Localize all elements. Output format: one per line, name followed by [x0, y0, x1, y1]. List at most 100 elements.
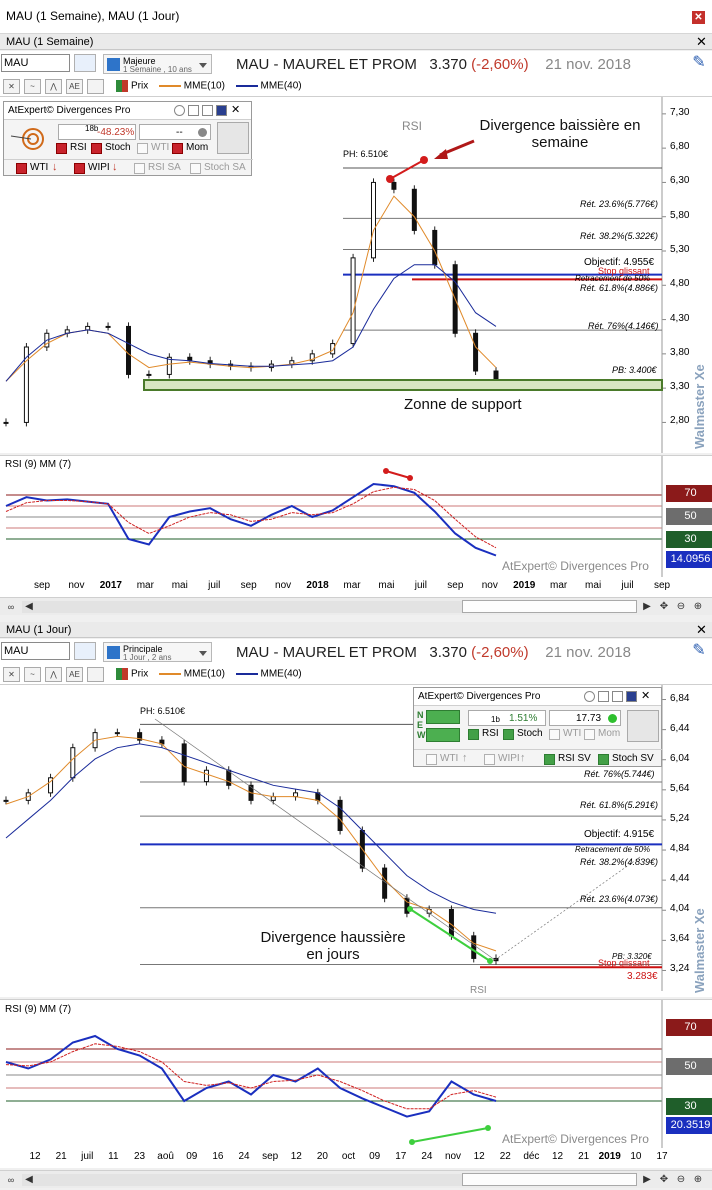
blank-icon[interactable] [87, 667, 104, 682]
tools-icon[interactable]: ✕ [3, 667, 20, 682]
daily-book-icon[interactable] [74, 642, 96, 660]
ae-icon[interactable]: AE [66, 667, 83, 682]
scroll-right-icon[interactable]: ▶ [640, 600, 654, 614]
wti2-checkbox[interactable] [16, 163, 27, 174]
zoom-in-icon[interactable]: ⊕ [691, 600, 705, 614]
scroll-left-icon[interactable]: ◀ [22, 600, 36, 614]
rsi-checkbox[interactable] [468, 729, 479, 740]
y-tick-label: 5,24 [670, 812, 690, 824]
link-icon[interactable]: ∞ [4, 600, 18, 614]
pattern-icon[interactable]: ⋀ [45, 79, 62, 94]
frame-icon[interactable] [598, 691, 609, 702]
list-icon[interactable] [202, 105, 213, 116]
x-tick-label: 11 [108, 1151, 119, 1162]
x-tick-label: 17 [656, 1151, 668, 1162]
mom-checkbox[interactable] [584, 729, 595, 740]
weekly-panel-close-icon[interactable]: ✕ [696, 35, 707, 48]
rsisv-checkbox[interactable] [544, 754, 555, 765]
wipi-checkbox[interactable] [74, 163, 85, 174]
tools-icon[interactable]: ✕ [3, 79, 20, 94]
daily-atexpert-panel[interactable]: AtExpert© Divergences Pro ✕ N E W 1b 1.5… [413, 687, 663, 767]
circle-icon[interactable] [584, 691, 595, 702]
scroll-thumb[interactable] [462, 1173, 637, 1186]
chevron-down-icon [199, 651, 207, 656]
x-tick-label: 09 [369, 1151, 381, 1162]
candle-body [3, 421, 9, 424]
daily-symbol-input[interactable]: MAU [1, 642, 70, 660]
x-tick-label: 23 [133, 1151, 146, 1162]
ae-icon[interactable]: AE [66, 79, 83, 94]
rsisa-checkbox[interactable] [134, 163, 145, 174]
daily-scrollbar[interactable]: ∞ ◀ ▶ ✥ ⊖ ⊕ [0, 1170, 712, 1188]
atexpert-close-icon[interactable]: ✕ [231, 103, 240, 116]
weekly-book-icon[interactable] [74, 54, 96, 72]
pattern-icon[interactable]: ⋀ [45, 667, 62, 682]
weekly-x-axis: sep nov 2017 mar mai juil sep nov 2018 mar mai juil… [0, 577, 712, 597]
weekly-rsi-chart[interactable]: RSI (9) MM (7) 70 50 30 14.0956 AtExpert… [0, 455, 712, 578]
zoom-out-icon[interactable]: ⊖ [674, 600, 688, 614]
weekly-symbol-input[interactable]: MAU [1, 54, 70, 72]
frame-icon[interactable] [188, 105, 199, 116]
daily-settings-wrench-icon[interactable]: ✎ [690, 642, 708, 660]
wti-checkbox[interactable] [549, 729, 560, 740]
candle-body [126, 325, 131, 375]
wave-icon[interactable]: ~ [24, 79, 41, 94]
atexpert-close-icon[interactable]: ✕ [641, 689, 650, 702]
wipi-checkbox[interactable] [484, 754, 495, 765]
wave-icon[interactable]: ~ [24, 667, 41, 682]
weekly-pb-label: PB: 3.400€ [612, 365, 657, 375]
daily-period-sub: 1 Jour , 2 ans [123, 653, 172, 662]
daily-price-chart[interactable]: AtExpert© Divergences Pro ✕ N E W 1b 1.5… [0, 685, 712, 997]
weekly-watermark: AtExpert© Divergences Pro [502, 559, 649, 573]
x-tick-label: 24 [238, 1151, 250, 1162]
list-icon[interactable] [612, 691, 623, 702]
x-tick-label: sep [653, 580, 671, 591]
zoom-out-icon[interactable]: ⊖ [674, 1173, 688, 1187]
scroll-right-icon[interactable]: ▶ [640, 1173, 654, 1187]
grid-icon[interactable] [626, 691, 637, 702]
scroll-thumb[interactable] [462, 600, 637, 613]
y-tick-label: 4,80 [670, 278, 690, 290]
weekly-period-select[interactable]: Majeure 1 Semaine , 10 ans [103, 54, 212, 74]
wti-check-label: WTI [563, 728, 582, 739]
stochsa-checkbox[interactable] [190, 163, 201, 174]
pencil-icon[interactable] [627, 710, 659, 742]
stoch-checkbox[interactable] [503, 729, 514, 740]
legend-mme10: MME(10) [183, 668, 225, 680]
rsi-checkbox[interactable] [56, 143, 67, 154]
stochsv-checkbox[interactable] [598, 754, 609, 765]
circle-icon[interactable] [174, 105, 185, 116]
y-tick-label: 6,44 [670, 722, 690, 734]
daily-rsi-chart[interactable]: RSI (9) MM (7) 70 50 30 20.3519 AtExpert… [0, 999, 712, 1149]
window-close-button[interactable]: ✕ [692, 11, 705, 24]
up-arrow-icon: ↑ [462, 752, 468, 764]
scroll-left-icon[interactable]: ◀ [22, 1173, 36, 1187]
scroll-track[interactable] [22, 1174, 462, 1186]
daily-stock-name: MAU - MAUREL ET PROM [236, 644, 417, 661]
weekly-price-chart[interactable]: AtExpert© Divergences Pro ✕ 18b -48.23% … [0, 97, 712, 453]
candle-red-icon [122, 80, 128, 92]
daily-period-select[interactable]: Principale 1 Jour , 2 ans [103, 642, 212, 662]
move-icon[interactable]: ✥ [657, 600, 671, 614]
weekly-scrollbar[interactable]: ∞ ◀ ▶ ✥ ⊖ ⊕ [0, 597, 712, 615]
support-zone [143, 379, 663, 391]
pencil-icon[interactable] [217, 122, 249, 154]
daily-panel-close-icon[interactable]: ✕ [696, 623, 707, 636]
wti-checkbox[interactable] [137, 143, 148, 154]
blank-icon[interactable] [87, 79, 104, 94]
weekly-settings-wrench-icon[interactable]: ✎ [690, 54, 708, 72]
stoch-checkbox[interactable] [91, 143, 102, 154]
link-icon[interactable]: ∞ [4, 1173, 18, 1187]
mom-checkbox[interactable] [172, 143, 183, 154]
x-tick-label: 21 [55, 1151, 67, 1162]
scroll-track[interactable] [22, 601, 462, 613]
divergence-point [420, 156, 428, 164]
move-icon[interactable]: ✥ [657, 1173, 671, 1187]
projection-line [494, 856, 641, 961]
zoom-in-icon[interactable]: ⊕ [691, 1173, 705, 1187]
weekly-toolbar: MAU Majeure 1 Semaine , 10 ans MAU - MAU… [0, 51, 712, 97]
grid-icon[interactable] [216, 105, 227, 116]
wti2-checkbox[interactable] [426, 754, 437, 765]
weekly-atexpert-panel[interactable]: AtExpert© Divergences Pro ✕ 18b -48.23% … [3, 101, 253, 176]
y-tick-label: 6,80 [670, 141, 690, 153]
